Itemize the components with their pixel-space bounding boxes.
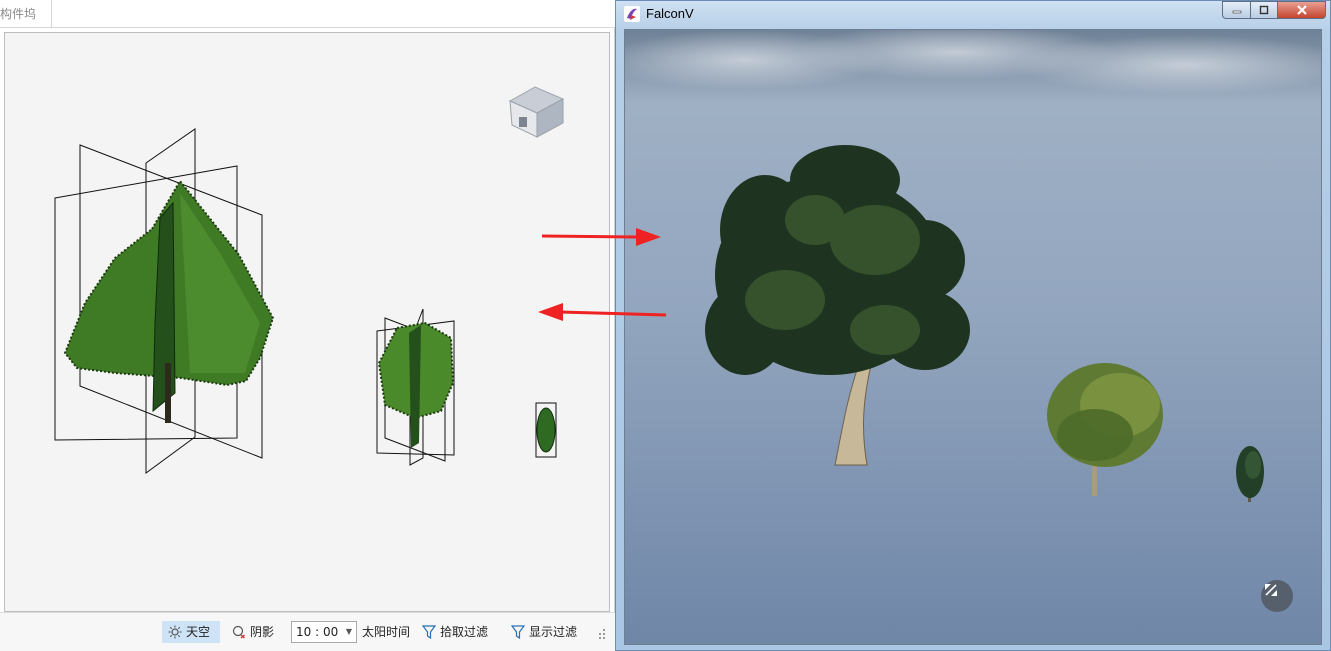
tree-model-medium[interactable] <box>376 308 455 466</box>
sky-toggle-button[interactable]: 天空 <box>162 621 220 643</box>
filter-icon <box>422 625 436 639</box>
close-icon <box>1296 5 1307 15</box>
modeling-app-window: 构件坞 天空 阴影 10: 00 ▼ 太阳时间 拾取过滤 显示过滤 <box>0 0 615 651</box>
sky-label: 天空 <box>186 625 211 639</box>
chevron-down-icon: ▼ <box>345 627 352 636</box>
shadow-toggle-button[interactable]: 阴影 <box>230 621 280 643</box>
pick-filter-button[interactable]: 拾取过滤 <box>422 621 488 643</box>
sun-time-select[interactable]: 10 : 00 ▼ <box>291 621 357 643</box>
3d-viewport[interactable] <box>4 32 610 612</box>
tab-component-dock[interactable]: 构件坞 <box>0 0 52 28</box>
shadow-label: 阴影 <box>250 625 275 639</box>
minimize-icon <box>1232 10 1241 14</box>
window-controls <box>1222 1 1326 21</box>
time-value: 10 : 00 <box>296 625 339 639</box>
filter-icon <box>511 625 525 639</box>
sun-time-label: 太阳时间 <box>362 625 411 639</box>
maximize-button[interactable] <box>1251 1 1278 19</box>
falcon-app-icon <box>624 6 640 22</box>
shrub-model-small[interactable] <box>535 402 557 458</box>
home-cube-icon[interactable] <box>508 86 565 138</box>
shadow-icon <box>232 625 245 639</box>
close-button[interactable] <box>1278 1 1326 19</box>
falconv-window: FalconV <box>615 0 1331 651</box>
pick-filter-label: 拾取过滤 <box>440 625 489 639</box>
fullscreen-toggle-button[interactable] <box>1261 580 1293 612</box>
window-title: FalconV <box>646 6 694 21</box>
window-titlebar[interactable]: FalconV <box>616 1 1330 29</box>
panel-tab-bar: 构件坞 <box>0 0 615 28</box>
status-bar: 天空 阴影 10 : 00 ▼ 太阳时间 拾取过滤 显示过滤 <box>0 612 615 651</box>
fullscreen-toggle-icon <box>1265 584 1277 596</box>
tree-model-large[interactable] <box>54 128 275 474</box>
sun-icon <box>168 625 182 639</box>
resize-grip-icon[interactable] <box>596 627 606 641</box>
display-filter-button[interactable]: 显示过滤 <box>511 621 577 643</box>
maximize-icon <box>1259 5 1269 15</box>
render-viewport[interactable] <box>624 29 1322 645</box>
display-filter-label: 显示过滤 <box>529 625 578 639</box>
minimize-button[interactable] <box>1222 1 1251 19</box>
